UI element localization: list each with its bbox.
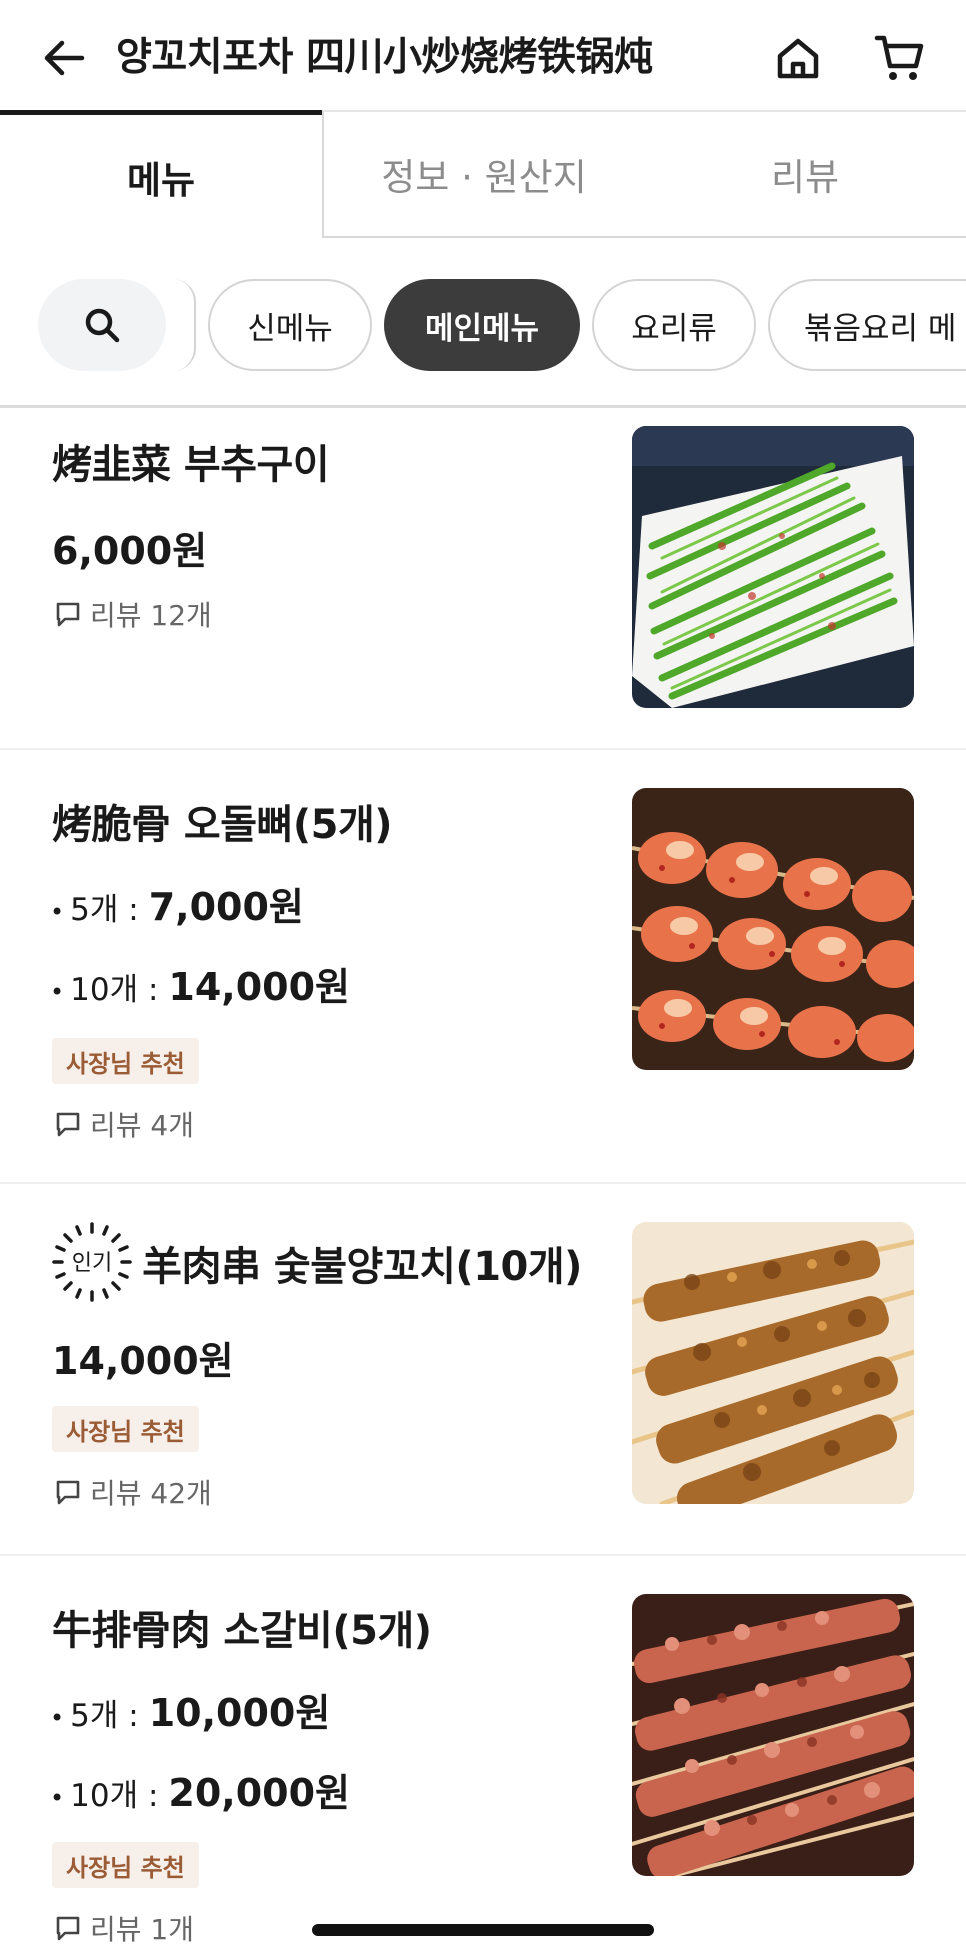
- bullet: •: [50, 1704, 65, 1732]
- review-count: 리뷰 12개: [54, 594, 212, 634]
- cart-button[interactable]: [872, 30, 928, 86]
- menu-item[interactable]: 烤脆骨 오돌뼈(5개) • 5개 : 7,000원 • 10개 : 14,000…: [0, 750, 966, 1182]
- owner-recommend-badge: 사장님 추천: [52, 1406, 199, 1452]
- food-image-beef-rib-skewer: [632, 1594, 914, 1876]
- review-count-label: 리뷰 42개: [90, 1477, 212, 1510]
- option-label: 10개 :: [70, 972, 159, 1008]
- review-count-label: 리뷰 1개: [90, 1913, 194, 1946]
- tab-bar: 메뉴 정보 · 원산지 리뷰: [0, 110, 966, 238]
- food-image-cartilage-skewer: [632, 788, 914, 1070]
- item-name: 烤脆骨 오돌뼈(5개): [52, 802, 393, 848]
- review-count: 리뷰 1개: [54, 1908, 194, 1948]
- price-option: • 5개 : 7,000원: [50, 876, 304, 931]
- home-button[interactable]: [770, 30, 826, 86]
- comment-icon: [56, 1916, 80, 1941]
- comment-icon: [56, 1112, 80, 1137]
- header: 양꼬치포차 四川小炒烧烤铁锅炖: [0, 0, 966, 112]
- food-image-chive-skewer: [632, 426, 914, 708]
- item-price: 6,000원: [52, 529, 208, 573]
- bullet: •: [50, 1784, 65, 1812]
- search-button[interactable]: [38, 279, 166, 371]
- app-screen: 양꼬치포차 四川小炒烧烤铁锅炖 메뉴 정보 · 원산지 리뷰 신메뉴 메인메뉴 …: [0, 0, 966, 1959]
- popular-label: 인기: [72, 1251, 112, 1276]
- menu-item[interactable]: 牛排骨肉 소갈비(5개) • 5개 : 10,000원 • 10개 : 20,0…: [0, 1556, 966, 1959]
- option-price: 10,000원: [148, 1691, 331, 1735]
- bullet: •: [50, 898, 65, 926]
- review-count: 리뷰 4개: [54, 1104, 194, 1144]
- tab-reviews[interactable]: 리뷰: [644, 110, 966, 238]
- tab-info-origin[interactable]: 정보 · 원산지: [322, 110, 644, 238]
- food-image-lamb-skewer: [632, 1222, 914, 1504]
- option-label: 5개 :: [70, 892, 139, 928]
- chip-new-menu[interactable]: 신메뉴: [208, 279, 372, 371]
- option-price: 14,000원: [168, 965, 351, 1009]
- price-option: • 5개 : 10,000원: [50, 1682, 330, 1737]
- owner-recommend-badge: 사장님 추천: [52, 1038, 199, 1084]
- option-label: 10개 :: [70, 1778, 159, 1814]
- chip-main-menu[interactable]: 메인메뉴: [384, 279, 580, 371]
- menu-item[interactable]: 烤韭菜 부추구이 6,000원 리뷰 12개: [0, 408, 966, 748]
- store-title: 양꼬치포차 四川小炒烧烤铁锅炖: [116, 35, 653, 80]
- comment-icon: [56, 602, 80, 627]
- comment-icon: [56, 1480, 80, 1505]
- chip-dishes[interactable]: 요리류: [592, 279, 756, 371]
- price-option: • 10개 : 14,000원: [50, 956, 350, 1011]
- bullet: •: [50, 978, 65, 1006]
- price-option: • 10개 : 20,000원: [50, 1762, 350, 1817]
- item-name: 牛排骨肉 소갈비(5개): [52, 1608, 432, 1654]
- option-price: 7,000원: [148, 885, 304, 929]
- option-label: 5개 :: [70, 1698, 139, 1734]
- tab-menu[interactable]: 메뉴: [0, 110, 322, 238]
- search-icon: [85, 308, 120, 343]
- owner-recommend-badge: 사장님 추천: [52, 1842, 199, 1888]
- popular-badge-icon: 인기: [52, 1222, 132, 1302]
- item-name: 羊肉串 숯불양꼬치(10개): [142, 1244, 582, 1290]
- review-count-label: 리뷰 12개: [90, 599, 212, 632]
- item-price: 14,000원: [52, 1339, 234, 1383]
- menu-item[interactable]: 인기 羊肉串 숯불양꼬치(10개) 14,000원 사장님 추천 리뷰 42개: [0, 1184, 966, 1554]
- review-count: 리뷰 42개: [54, 1472, 212, 1512]
- cart-icon: [874, 35, 924, 80]
- review-count-label: 리뷰 4개: [90, 1109, 194, 1142]
- category-chips: 신메뉴 메인메뉴 요리류 볶음요리 메: [0, 270, 966, 380]
- arrow-left-icon: [44, 40, 85, 76]
- back-button[interactable]: [36, 30, 92, 86]
- home-indicator: [312, 1924, 654, 1936]
- chip-stir-fry[interactable]: 볶음요리 메: [768, 279, 966, 371]
- option-price: 20,000원: [168, 1771, 351, 1815]
- home-icon: [777, 38, 819, 79]
- item-name: 烤韭菜 부추구이: [52, 442, 330, 488]
